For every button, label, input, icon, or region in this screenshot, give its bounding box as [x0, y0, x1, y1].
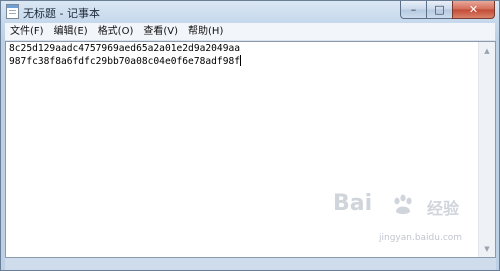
maximize-icon: □ — [434, 3, 445, 16]
close-icon: ✕ — [468, 3, 479, 16]
text-line-with-caret: 987fc38f8a6fdfc29bb70a08c04e0f6e78adf98f — [9, 55, 477, 68]
text-line: 8c25d129aadc4757969aed65a2a01e2d9a2049aa — [9, 43, 241, 54]
title-bar[interactable]: 无标题 - 记事本 – □ ✕ — [1, 1, 499, 23]
caption-buttons: – □ ✕ — [400, 1, 495, 19]
menu-edit[interactable]: 编辑(E) — [49, 23, 93, 41]
notepad-window: 无标题 - 记事本 – □ ✕ 文件(F) 编辑(E) 格式(O) 查看(V) … — [0, 0, 500, 271]
maximize-button[interactable]: □ — [426, 1, 452, 19]
text-caret — [240, 55, 242, 66]
text-line: 987fc38f8a6fdfc29bb70a08c04e0f6e78adf98f — [9, 56, 241, 67]
vertical-scrollbar[interactable]: ▲ ▼ — [478, 42, 495, 257]
window-bottom-border — [5, 258, 496, 270]
menu-format[interactable]: 格式(O) — [93, 23, 139, 41]
window-title: 无标题 - 记事本 — [23, 7, 100, 20]
notepad-icon[interactable] — [6, 4, 19, 19]
menu-help[interactable]: 帮助(H) — [183, 23, 228, 41]
minimize-button[interactable]: – — [400, 1, 426, 19]
menu-file[interactable]: 文件(F) — [5, 23, 49, 41]
menu-view[interactable]: 查看(V) — [138, 23, 183, 41]
text-editor[interactable]: 8c25d129aadc4757969aed65a2a01e2d9a2049aa… — [5, 41, 496, 258]
menu-bar: 文件(F) 编辑(E) 格式(O) 查看(V) 帮助(H) — [5, 23, 495, 41]
scroll-down-icon[interactable]: ▼ — [479, 240, 495, 257]
close-button[interactable]: ✕ — [452, 1, 495, 19]
minimize-icon: – — [410, 3, 417, 16]
document-text[interactable]: 8c25d129aadc4757969aed65a2a01e2d9a2049aa… — [9, 43, 477, 257]
scroll-up-icon[interactable]: ▲ — [479, 42, 495, 59]
